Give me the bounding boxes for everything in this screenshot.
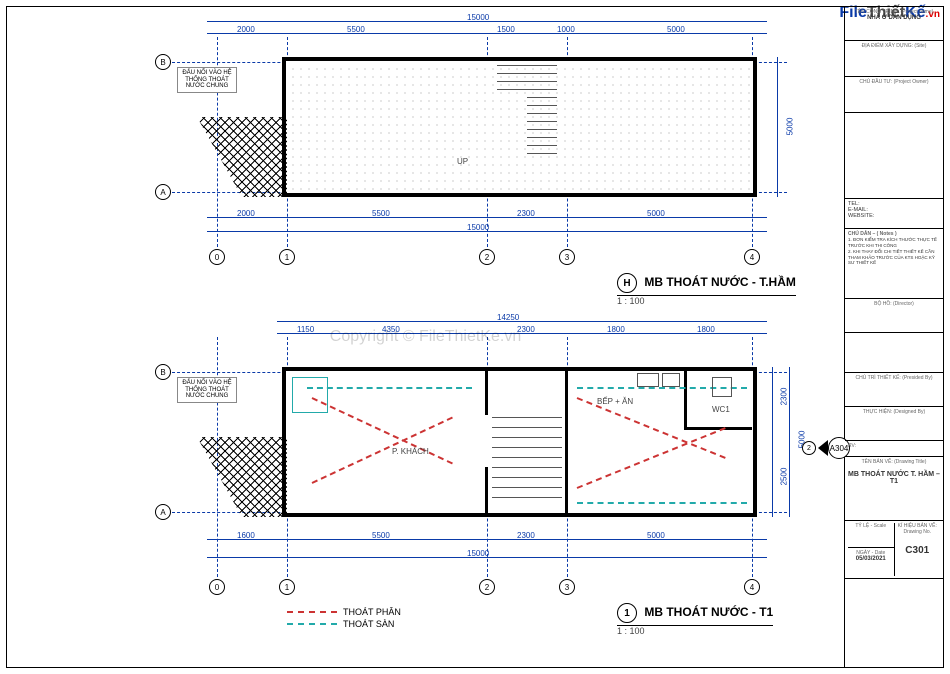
legend-line-phan xyxy=(287,611,337,613)
fixture-box xyxy=(292,377,328,413)
notes-text: 1. ĐƠN KIỂM TRA KÍCH THƯỚC THỰC TẾ TRƯỚC… xyxy=(848,237,940,266)
wc-fixture xyxy=(712,377,732,397)
title-block: TÊN CÔNG TRÌNH: (Project name) NHÀ Ở DÂN… xyxy=(845,7,943,667)
drawing-sheet: 15000 2000 5500 1500 1000 5000 0 1 2 3 4… xyxy=(6,6,944,668)
grid-2: 2 xyxy=(479,249,495,265)
grid-4: 4 xyxy=(744,249,760,265)
legend-line-san xyxy=(287,623,337,625)
kitchen-fixture xyxy=(637,373,659,387)
plan-title-floor1: 1 MB THOÁT NƯỚC - T1 1 : 100 xyxy=(617,603,773,636)
designed-label: THỰC HIỆN: (Designed By) xyxy=(848,409,940,415)
drawing-number: C301 xyxy=(895,545,941,556)
grid-A: A xyxy=(155,184,171,200)
drain-note-top: ĐẤU NỐI VÀO HỆ THỐNG THOÁT NƯỚC CHUNG xyxy=(177,67,237,93)
presided-label: CHỦ TRÌ THIẾT KẾ: (Presided By) xyxy=(848,375,940,381)
drawing-title: MB THOÁT NƯỚC T. HẦM – T1 xyxy=(848,471,940,485)
stair-basement xyxy=(497,65,557,160)
grid-B: B xyxy=(155,54,171,70)
grid-0: 0 xyxy=(209,249,225,265)
dim-total-top: 15000 xyxy=(467,13,489,22)
ramp-hatch xyxy=(197,117,287,197)
room-wc: WC1 xyxy=(712,405,730,414)
date-value: 05/03/2021 xyxy=(848,556,894,562)
section-ref: 2 A304 xyxy=(802,437,850,459)
grid-1: 1 xyxy=(279,249,295,265)
entry-hatch xyxy=(197,437,287,517)
plan-floor1: 14250 1150 4350 2300 1800 1800 0 1 2 3 4… xyxy=(157,317,797,647)
site-label: ĐỊA ĐIỂM XÂY DỰNG: (Site) xyxy=(848,43,940,49)
stair-up-label: UP xyxy=(457,157,468,166)
stair-floor1 xyxy=(492,417,562,507)
legend: THOÁT PHÂN THOÁT SÀN xyxy=(287,605,401,631)
drain-note-bottom: ĐẤU NỐI VÀO HỆ THỐNG THOÁT NƯỚC CHUNG xyxy=(177,377,237,403)
room-kitchen: BẾP + ĂN xyxy=(597,397,633,406)
project-name: NHÀ Ở DÂN DỤNG xyxy=(848,15,940,21)
kitchen-sink xyxy=(662,373,680,387)
drawing-area: 15000 2000 5500 1500 1000 5000 0 1 2 3 4… xyxy=(7,7,845,667)
contact-block: TEL: E-MAIL: WEBSITE: xyxy=(845,199,943,229)
room-living: P. KHÁCH xyxy=(392,447,429,456)
plan-basement: 15000 2000 5500 1500 1000 5000 0 1 2 3 4… xyxy=(157,17,797,297)
director-label: BỘ HỒ: (Director) xyxy=(848,301,940,307)
plan-title-basement: H MB THOÁT NƯỚC - T.HẦM 1 : 100 xyxy=(617,273,796,306)
owner-label: CHỦ ĐẦU TƯ: (Project Owner) xyxy=(848,79,940,85)
grid-3: 3 xyxy=(559,249,575,265)
